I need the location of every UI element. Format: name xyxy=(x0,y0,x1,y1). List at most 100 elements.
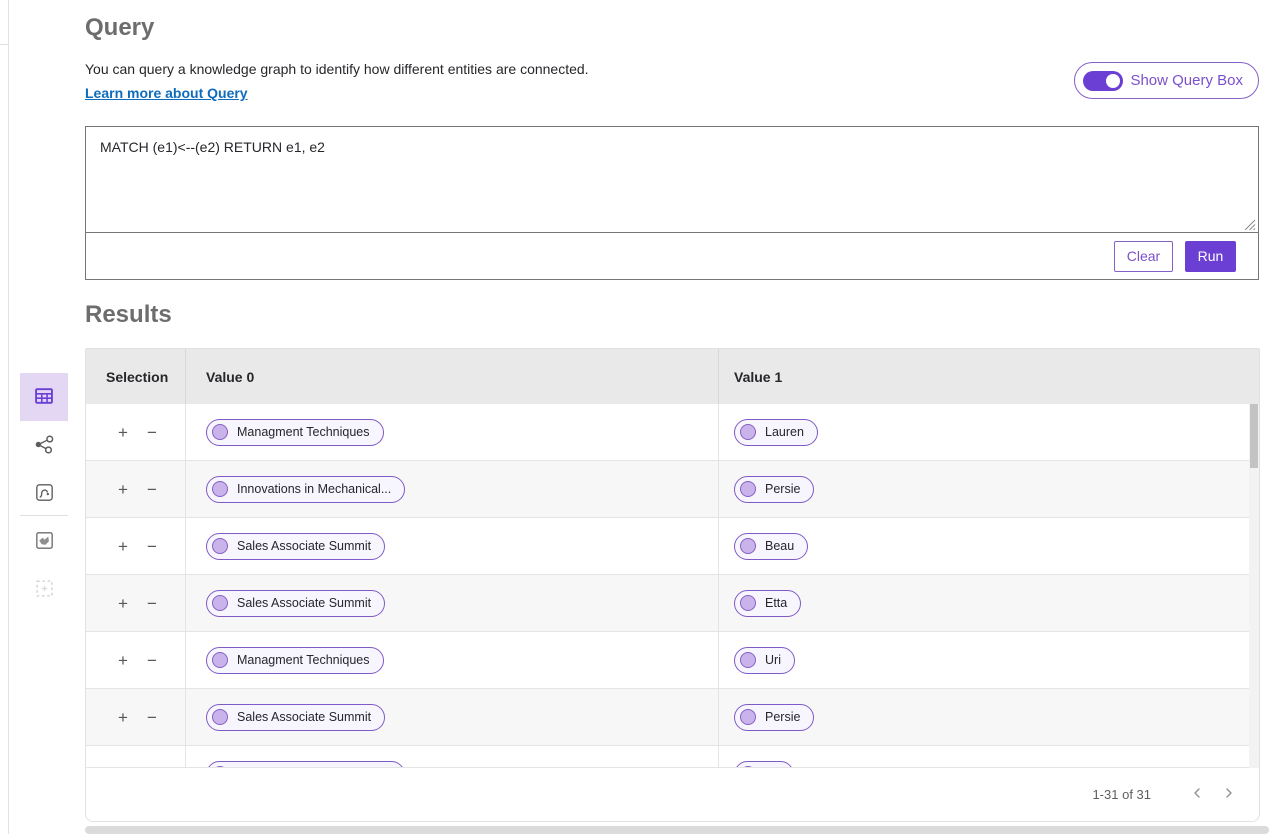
previous-page-button[interactable] xyxy=(1181,779,1213,811)
entity-pill-value1[interactable]: Lauren xyxy=(734,419,818,446)
chevron-left-icon xyxy=(1190,786,1204,803)
clear-button[interactable]: Clear xyxy=(1114,241,1173,272)
table-row: + − Managment Techniques Uri xyxy=(86,632,1259,689)
column-header-selection: Selection xyxy=(86,349,186,404)
value1-cell: Uri xyxy=(719,632,1259,688)
entity-dot-icon xyxy=(740,538,756,554)
show-query-box-toggle[interactable]: Show Query Box xyxy=(1074,62,1259,99)
entity-pill-value1[interactable]: Persie xyxy=(734,476,814,503)
entity-pill-value0[interactable]: Managment Techniques xyxy=(206,647,384,674)
query-editor-box: MATCH (e1)<--(e2) RETURN e1, e2 Clear Ru… xyxy=(85,126,1259,280)
column-header-value0: Value 0 xyxy=(186,349,719,404)
pagination-range-label: 1-31 of 31 xyxy=(1092,787,1151,802)
toggle-label: Show Query Box xyxy=(1130,72,1243,89)
value1-pill-label: Lauren xyxy=(765,425,804,439)
entity-pill-value0[interactable]: Managment Techniques xyxy=(206,419,384,446)
view-tab-selection xyxy=(32,578,56,602)
value0-pill-label: Sales Associate Summit xyxy=(237,596,371,610)
table-grid-icon xyxy=(33,385,55,410)
horizontal-scrollbar[interactable] xyxy=(85,826,1269,834)
query-input[interactable]: MATCH (e1)<--(e2) RETURN e1, e2 xyxy=(86,127,1258,232)
run-button[interactable]: Run xyxy=(1185,241,1236,272)
selection-cell: + − xyxy=(86,518,186,574)
results-table: Selection Value 0 Value 1 + − Managment … xyxy=(85,348,1260,822)
value0-cell: Innovations in Mechanical... xyxy=(186,746,719,769)
value1-pill-label: Persie xyxy=(765,710,800,724)
collapse-row-button[interactable]: − xyxy=(147,481,157,498)
view-tab-route[interactable] xyxy=(32,482,56,506)
value1-pill-label: Uri xyxy=(765,653,781,667)
entity-pill-value1[interactable]: Uri xyxy=(734,647,795,674)
view-tab-graph[interactable] xyxy=(32,434,56,458)
entity-pill-value1[interactable]: Etta xyxy=(734,590,801,617)
table-vertical-scrollbar xyxy=(1249,404,1259,768)
table-row: + − Sales Associate Summit Beau xyxy=(86,518,1259,575)
next-page-button[interactable] xyxy=(1213,779,1245,811)
entity-pill-value1[interactable]: Beau xyxy=(734,533,808,560)
value1-pill-label: Beau xyxy=(765,539,794,553)
expand-row-button[interactable]: + xyxy=(118,424,128,441)
expand-row-button[interactable]: + xyxy=(118,595,128,612)
entity-dot-icon xyxy=(212,652,228,668)
value0-pill-label: Innovations in Mechanical... xyxy=(237,482,391,496)
value0-pill-label: Managment Techniques xyxy=(237,425,370,439)
value1-cell: Beau xyxy=(719,518,1259,574)
column-header-value1: Value 1 xyxy=(719,349,1259,404)
value1-pill-label: Persie xyxy=(765,482,800,496)
expand-row-button[interactable]: + xyxy=(118,481,128,498)
view-tab-table[interactable] xyxy=(20,373,68,421)
entity-dot-icon xyxy=(740,595,756,611)
value0-pill-label: Managment Techniques xyxy=(237,653,370,667)
knowledge-graph-query-page: Query You can query a knowledge graph to… xyxy=(0,0,1269,834)
vertical-scrollbar-thumb[interactable] xyxy=(1250,404,1258,468)
table-row: + − Innovations in Mechanical... Persie xyxy=(86,461,1259,518)
entity-dot-icon xyxy=(740,652,756,668)
pagination-bar: 1-31 of 31 xyxy=(86,767,1259,821)
entity-dot-icon xyxy=(212,424,228,440)
value1-cell xyxy=(719,746,1259,769)
learn-more-link[interactable]: Learn more about Query xyxy=(85,85,248,101)
selection-cell: + − xyxy=(86,632,186,688)
selection-cell: + − xyxy=(86,404,186,460)
page-title: Query xyxy=(85,14,154,42)
selection-cell: + − xyxy=(86,746,186,769)
entity-pill-value0[interactable]: Sales Associate Summit xyxy=(206,704,385,731)
value0-cell: Sales Associate Summit xyxy=(186,575,719,631)
entity-pill-value1[interactable]: Persie xyxy=(734,704,814,731)
collapse-row-button[interactable]: − xyxy=(147,424,157,441)
value0-cell: Sales Associate Summit xyxy=(186,518,719,574)
rail-divider xyxy=(20,515,68,516)
value0-cell: Managment Techniques xyxy=(186,632,719,688)
entity-dot-icon xyxy=(740,709,756,725)
value1-cell: Etta xyxy=(719,575,1259,631)
selection-cell: + − xyxy=(86,689,186,745)
entity-dot-icon xyxy=(740,481,756,497)
table-row: + − Sales Associate Summit Etta xyxy=(86,575,1259,632)
entity-pill-value0[interactable]: Sales Associate Summit xyxy=(206,533,385,560)
resize-grip-icon[interactable] xyxy=(1243,218,1256,231)
entity-pill-value0[interactable]: Innovations in Mechanical... xyxy=(206,476,405,503)
collapse-row-button[interactable]: − xyxy=(147,538,157,555)
map-image-icon xyxy=(34,530,55,554)
collapse-row-button[interactable]: − xyxy=(147,595,157,612)
query-actions-bar: Clear Run xyxy=(86,232,1258,279)
selection-cell: + − xyxy=(86,575,186,631)
expand-row-button[interactable]: + xyxy=(118,538,128,555)
table-body: + − Managment Techniques Lauren + − Inno… xyxy=(86,404,1259,769)
expand-row-button[interactable]: + xyxy=(118,652,128,669)
value0-cell: Managment Techniques xyxy=(186,404,719,460)
table-row: + − Managment Techniques Lauren xyxy=(86,404,1259,461)
graph-nodes-icon xyxy=(34,434,55,458)
value1-cell: Persie xyxy=(719,689,1259,745)
collapse-row-button[interactable]: − xyxy=(147,652,157,669)
left-panel-divider xyxy=(8,0,9,834)
expand-row-button[interactable]: + xyxy=(118,709,128,726)
entity-pill-value0[interactable]: Sales Associate Summit xyxy=(206,590,385,617)
view-tab-map[interactable] xyxy=(32,530,56,554)
value0-pill-label: Sales Associate Summit xyxy=(237,539,371,553)
selection-box-icon xyxy=(34,578,55,602)
table-row: + − Sales Associate Summit Persie xyxy=(86,689,1259,746)
collapse-row-button[interactable]: − xyxy=(147,709,157,726)
toggle-switch-icon xyxy=(1083,71,1123,91)
table-row: + − Innovations in Mechanical... xyxy=(86,746,1259,769)
